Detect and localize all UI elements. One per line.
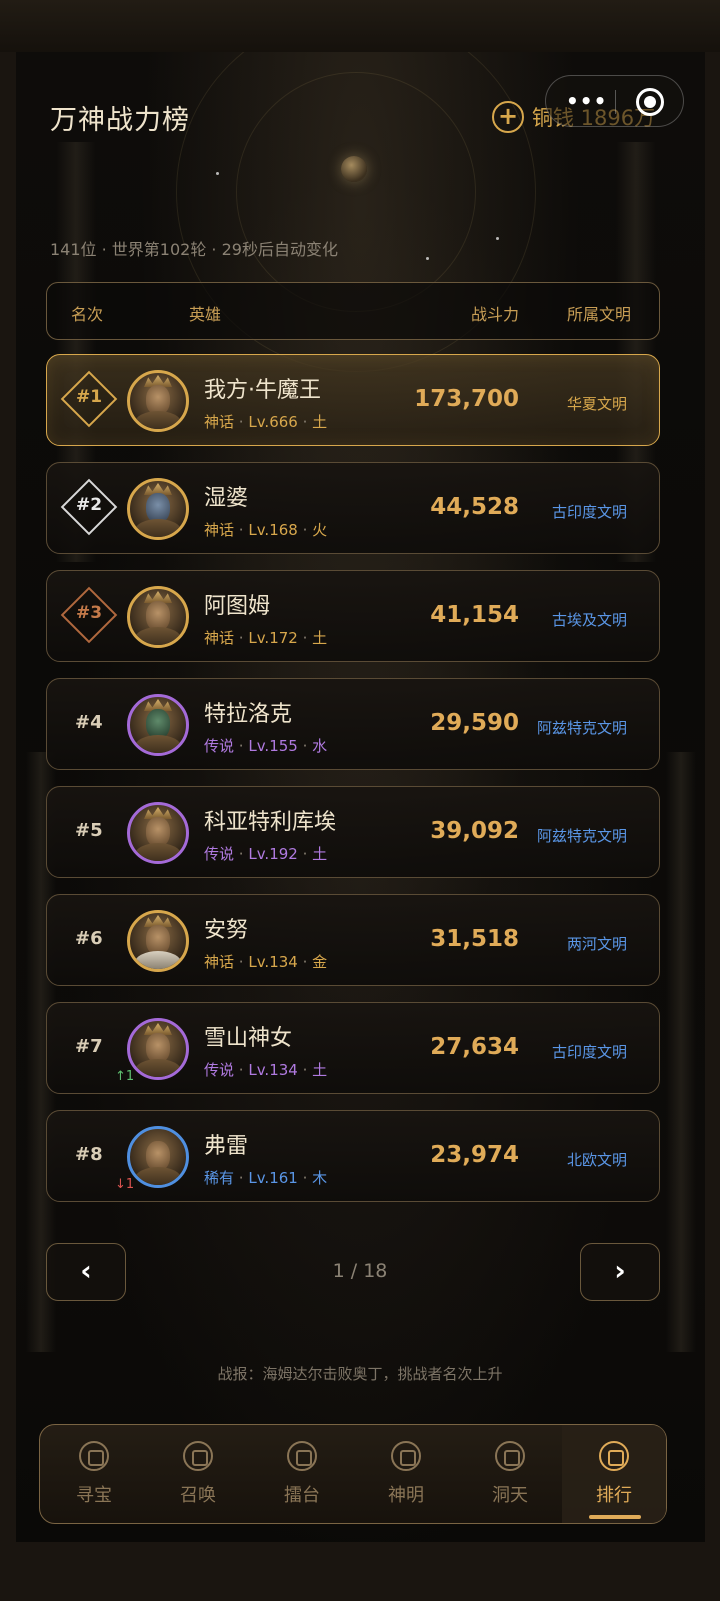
nav-item-treasure[interactable]: 寻宝 (42, 1425, 146, 1523)
rank-label: #1 (75, 387, 103, 407)
power-value: 27,634 (430, 1034, 519, 1060)
table-row[interactable]: #8 ↓1 弗雷 稀有 · Lv.161 · 木 23,974 北欧文明 (46, 1110, 660, 1202)
hero-sub: 神话 · Lv.168 · 火 (204, 521, 328, 539)
hero-sub: 神话 · Lv.666 · 土 (204, 413, 328, 431)
target-icon[interactable] (636, 88, 664, 116)
trend-down-indicator: ↓1 (115, 1177, 135, 1192)
nav-item-summon[interactable]: 召唤 (146, 1425, 250, 1523)
civilization-label: 古埃及文明 (551, 611, 627, 629)
hero-name: 科亚特利库埃 (204, 810, 337, 835)
nav-item-gods[interactable]: 神明 (354, 1425, 458, 1523)
hero-sub: 传说 · Lv.134 · 土 (204, 1061, 328, 1079)
capsule-divider (615, 90, 616, 114)
civilization-label: 华夏文明 (566, 395, 627, 413)
avatar[interactable] (127, 910, 189, 972)
hero-sub: 传说 · Lv.155 · 水 (204, 737, 328, 755)
bottom-nav: 寻宝 召唤 擂台 神明 洞天 排行 (39, 1424, 667, 1524)
hero-sub: 稀有 · Lv.161 · 木 (204, 1169, 328, 1187)
battle-news: 战报：海姆达尔击败奥丁，挑战者名次上升 (217, 1365, 503, 1383)
table-row[interactable]: #4 特拉洛克 传说 · Lv.155 · 水 29,590 阿兹特克文明 (46, 678, 660, 770)
avatar[interactable] (127, 694, 189, 756)
table-row[interactable]: #3 阿图姆 神话 · Lv.172 · 土 41,154 古埃及文明 (46, 570, 660, 662)
arena-icon (287, 1441, 317, 1471)
nav-label: 神明 (388, 1485, 424, 1506)
avatar[interactable] (127, 1018, 189, 1080)
rank-label: #3 (75, 603, 103, 623)
hero-name: 弗雷 (204, 1134, 249, 1159)
gods-icon (391, 1441, 421, 1471)
rank-label: #5 (75, 820, 103, 841)
nav-item-cave[interactable]: 洞天 (458, 1425, 562, 1523)
civilization-label: 古印度文明 (551, 503, 627, 521)
next-page-button[interactable]: › (580, 1243, 660, 1301)
nav-label: 寻宝 (76, 1485, 112, 1506)
orb-decoration (341, 156, 367, 182)
cave-icon (495, 1441, 525, 1471)
plus-icon[interactable]: + (492, 101, 524, 133)
hero-name: 雪山神女 (204, 1026, 293, 1051)
rank-label: #8 (75, 1144, 103, 1165)
round-meta: 141位 · 世界第102轮 · 29秒后自动变化 (50, 240, 338, 259)
hero-sub: 神话 · Lv.134 · 金 (204, 953, 328, 971)
nav-label: 排行 (596, 1485, 632, 1506)
table-row[interactable]: #2 湿婆 神话 · Lv.168 · 火 44,528 古印度文明 (46, 462, 660, 554)
hero-name: 我方·牛魔王 (204, 378, 321, 403)
civilization-label: 古印度文明 (551, 1043, 627, 1061)
power-value: 23,974 (430, 1142, 519, 1168)
hero-name: 湿婆 (204, 486, 249, 511)
treasure-icon (79, 1441, 109, 1471)
power-value: 41,154 (430, 602, 519, 628)
hero-sub: 神话 · Lv.172 · 土 (204, 629, 328, 647)
power-value: 39,092 (430, 818, 519, 844)
avatar[interactable] (127, 370, 189, 432)
rank-label: #7 (75, 1036, 103, 1057)
rank-label: #2 (75, 495, 103, 515)
nav-label: 洞天 (492, 1485, 528, 1506)
mini-program-capsule: ••• (545, 75, 684, 127)
power-value: 173,700 (414, 386, 519, 412)
table-row[interactable]: #7 ↑1 雪山神女 传说 · Lv.134 · 土 27,634 古印度文明 (46, 1002, 660, 1094)
table-row[interactable]: #1 我方·牛魔王 神话 · Lv.666 · 土 173,700 华夏文明 (46, 354, 660, 446)
civilization-label: 两河文明 (566, 935, 627, 953)
header-hero: 英雄 (189, 305, 222, 324)
page-title: 万神战力榜 (50, 105, 190, 136)
header-rank: 名次 (71, 305, 104, 324)
hero-sub: 传说 · Lv.192 · 土 (204, 845, 328, 863)
rank-label: #6 (75, 928, 103, 949)
table-header: 名次 英雄 战斗力 所属文明 (46, 282, 660, 340)
nav-item-arena[interactable]: 擂台 (250, 1425, 354, 1523)
nav-item-ranking[interactable]: 排行 (562, 1425, 666, 1523)
ranking-icon (599, 1441, 629, 1471)
hero-name: 特拉洛克 (204, 702, 293, 727)
nav-label: 擂台 (284, 1485, 320, 1506)
civilization-label: 阿兹特克文明 (536, 719, 627, 737)
header-power: 战斗力 (471, 305, 520, 324)
summon-icon (183, 1441, 213, 1471)
header-civ: 所属文明 (567, 305, 632, 324)
avatar[interactable] (127, 586, 189, 648)
nav-label: 召唤 (180, 1485, 216, 1506)
power-value: 31,518 (430, 926, 519, 952)
avatar[interactable] (127, 1126, 189, 1188)
table-row[interactable]: #5 科亚特利库埃 传说 · Lv.192 · 土 39,092 阿兹特克文明 (46, 786, 660, 878)
avatar[interactable] (127, 478, 189, 540)
top-bar (0, 0, 720, 52)
avatar[interactable] (127, 802, 189, 864)
civilization-label: 阿兹特克文明 (536, 827, 627, 845)
trend-up-indicator: ↑1 (115, 1069, 135, 1084)
power-value: 44,528 (430, 494, 519, 520)
more-dots-icon[interactable]: ••• (566, 91, 607, 111)
active-underline (589, 1515, 641, 1519)
civilization-label: 北欧文明 (566, 1151, 627, 1169)
power-value: 29,590 (430, 710, 519, 736)
hero-name: 安努 (204, 918, 249, 943)
table-row[interactable]: #6 安努 神话 · Lv.134 · 金 31,518 两河文明 (46, 894, 660, 986)
hero-name: 阿图姆 (204, 594, 271, 619)
rank-label: #4 (75, 712, 103, 733)
